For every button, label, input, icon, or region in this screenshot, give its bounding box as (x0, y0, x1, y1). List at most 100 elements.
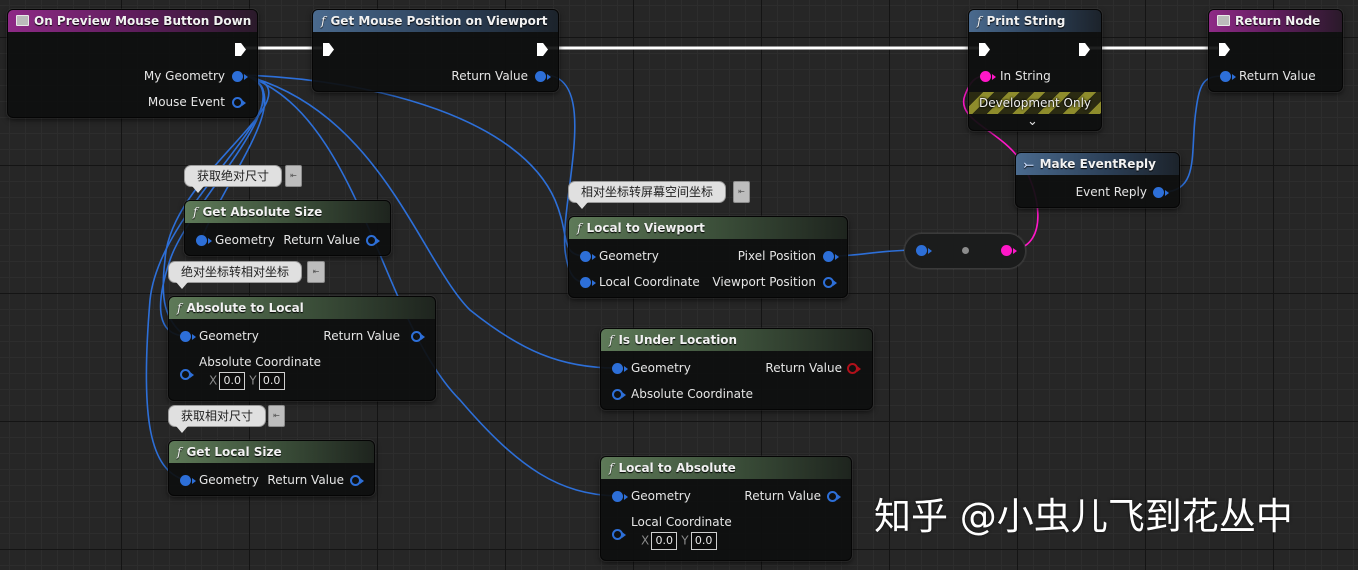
pin-label-event-reply: Event Reply (1075, 185, 1147, 199)
node-print-string[interactable]: f Print String In String Development Only… (968, 9, 1102, 131)
node-title: Local to Viewport (586, 221, 705, 235)
vector-input: X 0.0 Y 0.0 (209, 372, 289, 390)
node-header: Return Node (1209, 10, 1342, 32)
my-geometry-pin[interactable] (232, 71, 248, 82)
node-get-absolute-size[interactable]: f Get Absolute Size Geometry Return Value (184, 200, 391, 256)
pin-label-return-value: Return Value (267, 473, 344, 487)
geometry-pin[interactable] (180, 475, 196, 486)
node-title: On Preview Mouse Button Down (34, 14, 252, 28)
exec-output-pin[interactable] (1079, 43, 1090, 56)
node-header: On Preview Mouse Button Down (8, 10, 257, 32)
comment-bubble[interactable]: 获取绝对尺寸 (184, 165, 283, 187)
geometry-pin[interactable] (196, 235, 212, 246)
comment-pin-icon[interactable]: ⇤ (268, 405, 285, 427)
pin-label-absolute-coordinate: Absolute Coordinate (631, 387, 754, 401)
node-title: Get Mouse Position on Viewport (330, 14, 548, 28)
node-is-under-location[interactable]: f Is Under Location Geometry Return Value… (600, 328, 873, 410)
vector-input: X 0.0 Y 0.0 (641, 532, 721, 550)
return-value-pin[interactable] (535, 71, 551, 82)
absolute-coordinate-pin[interactable] (612, 389, 626, 400)
x-label: X (209, 373, 218, 388)
return-value-pin[interactable] (350, 475, 364, 486)
node-get-local-size[interactable]: f Get Local Size Geometry Return Value (168, 440, 375, 496)
event-reply-pin[interactable] (1153, 187, 1169, 198)
comment-pin-icon[interactable]: ⇤ (733, 181, 750, 203)
node-make-event-reply[interactable]: ⤚ Make EventReply Event Reply (1015, 152, 1180, 208)
node-get-mouse-position-on-viewport[interactable]: f Get Mouse Position on Viewport Return V… (312, 9, 559, 92)
return-value-pin[interactable] (366, 235, 380, 246)
exec-output-pin[interactable] (537, 43, 548, 56)
node-title: Get Local Size (186, 445, 282, 459)
pin-label-absolute-coordinate: Absolute Coordinate (199, 355, 322, 369)
pin-label-in-string: In String (1000, 69, 1051, 83)
mouse-event-pin[interactable] (232, 97, 246, 108)
local-coordinate-pin[interactable] (580, 277, 596, 288)
node-title: Return Node (1235, 14, 1321, 28)
node-title: Get Absolute Size (202, 205, 323, 219)
node-header: f Local to Absolute (601, 457, 851, 479)
node-return-node[interactable]: Return Node Return Value (1208, 9, 1343, 92)
function-icon: f (177, 445, 182, 459)
comment-bubble[interactable]: 相对坐标转屏幕空间坐标 (568, 181, 727, 203)
return-value-pin[interactable] (1220, 71, 1236, 82)
exec-input-pin[interactable] (323, 43, 334, 56)
node-on-preview-mouse-button-down[interactable]: On Preview Mouse Button Down My Geometry… (7, 9, 258, 118)
y-label: Y (249, 373, 257, 388)
comment-bubble-tail (576, 202, 588, 209)
return-value-pin[interactable] (411, 331, 425, 342)
local-coordinate-pin[interactable] (612, 529, 626, 540)
geometry-wire (242, 74, 617, 497)
comment-pin-icon[interactable]: ⇤ (285, 165, 302, 187)
conversion-input-pin[interactable] (916, 245, 932, 256)
in-string-pin[interactable] (980, 71, 996, 82)
geometry-pin[interactable] (612, 491, 628, 502)
pin-label-my-geometry: My Geometry (143, 69, 225, 83)
make-struct-icon: ⤚ (1024, 157, 1034, 171)
pin-label-local-coordinate: Local Coordinate (631, 515, 732, 529)
function-icon: f (977, 14, 982, 28)
pin-label-geometry: Geometry (215, 233, 275, 247)
return-value-pin[interactable] (827, 491, 841, 502)
exec-input-pin[interactable] (1219, 43, 1230, 56)
comment-bubble[interactable]: 绝对坐标转相对坐标 (168, 261, 303, 283)
geometry-pin[interactable] (180, 331, 196, 342)
exec-output-pin[interactable] (235, 43, 246, 56)
absolute-coordinate-pin[interactable] (180, 369, 194, 380)
comment-bubble-tail (176, 426, 188, 433)
geometry-pin[interactable] (612, 363, 628, 374)
y-value-field[interactable]: 0.0 (258, 372, 285, 390)
viewport-position-pin[interactable] (823, 277, 837, 288)
chevron-down-icon[interactable]: ⌄ (1027, 114, 1038, 129)
pin-label-viewport-position: Viewport Position (712, 275, 816, 289)
comment-pin-icon[interactable]: ⇤ (307, 261, 325, 283)
node-header: f Absolute to Local (169, 297, 435, 319)
comment-bubble[interactable]: 获取相对尺寸 (168, 405, 267, 427)
conversion-output-pin[interactable] (1001, 245, 1017, 256)
return-icon (1217, 15, 1230, 26)
watermark: 知乎 @小虫儿飞到花丛中 (874, 495, 1293, 538)
node-absolute-to-local[interactable]: f Absolute to Local Geometry Return Value… (168, 296, 436, 401)
pin-label-return-value: Return Value (323, 329, 400, 343)
y-value-field[interactable]: 0.0 (690, 532, 717, 550)
pin-label-return-value: Return Value (451, 69, 528, 83)
x-label: X (641, 533, 650, 548)
node-local-to-viewport[interactable]: f Local to Viewport Geometry Pixel Positi… (568, 216, 848, 298)
function-icon: f (321, 14, 326, 28)
pin-label-mouse-event: Mouse Event (147, 95, 225, 109)
x-value-field[interactable]: 0.0 (219, 372, 246, 390)
exec-input-pin[interactable] (979, 43, 990, 56)
function-icon: f (177, 301, 182, 315)
node-title: Local to Absolute (618, 461, 736, 475)
pin-label-geometry: Geometry (599, 249, 659, 263)
conversion-node[interactable] (904, 233, 1026, 269)
return-value-pin[interactable] (847, 363, 861, 374)
geometry-pin[interactable] (580, 251, 596, 262)
x-value-field[interactable]: 0.0 (651, 532, 678, 550)
pin-label-return-value: Return Value (765, 361, 842, 375)
pin-label-geometry: Geometry (631, 361, 691, 375)
function-icon: f (577, 221, 582, 235)
node-local-to-absolute[interactable]: f Local to Absolute Geometry Return Value… (600, 456, 852, 561)
pin-label-pixel-position: Pixel Position (737, 249, 816, 263)
pixel-position-pin[interactable] (823, 251, 839, 262)
pin-label-return-value: Return Value (744, 489, 821, 503)
